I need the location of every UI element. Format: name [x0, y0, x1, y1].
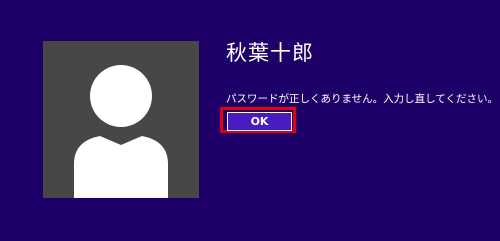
- error-message: パスワードが正しくありません。入力し直してください。: [226, 93, 499, 105]
- ok-button[interactable]: OK: [227, 112, 292, 131]
- user-silhouette-icon: [74, 65, 168, 198]
- user-avatar: [43, 41, 199, 198]
- user-name: 秋葉十郎: [226, 41, 314, 65]
